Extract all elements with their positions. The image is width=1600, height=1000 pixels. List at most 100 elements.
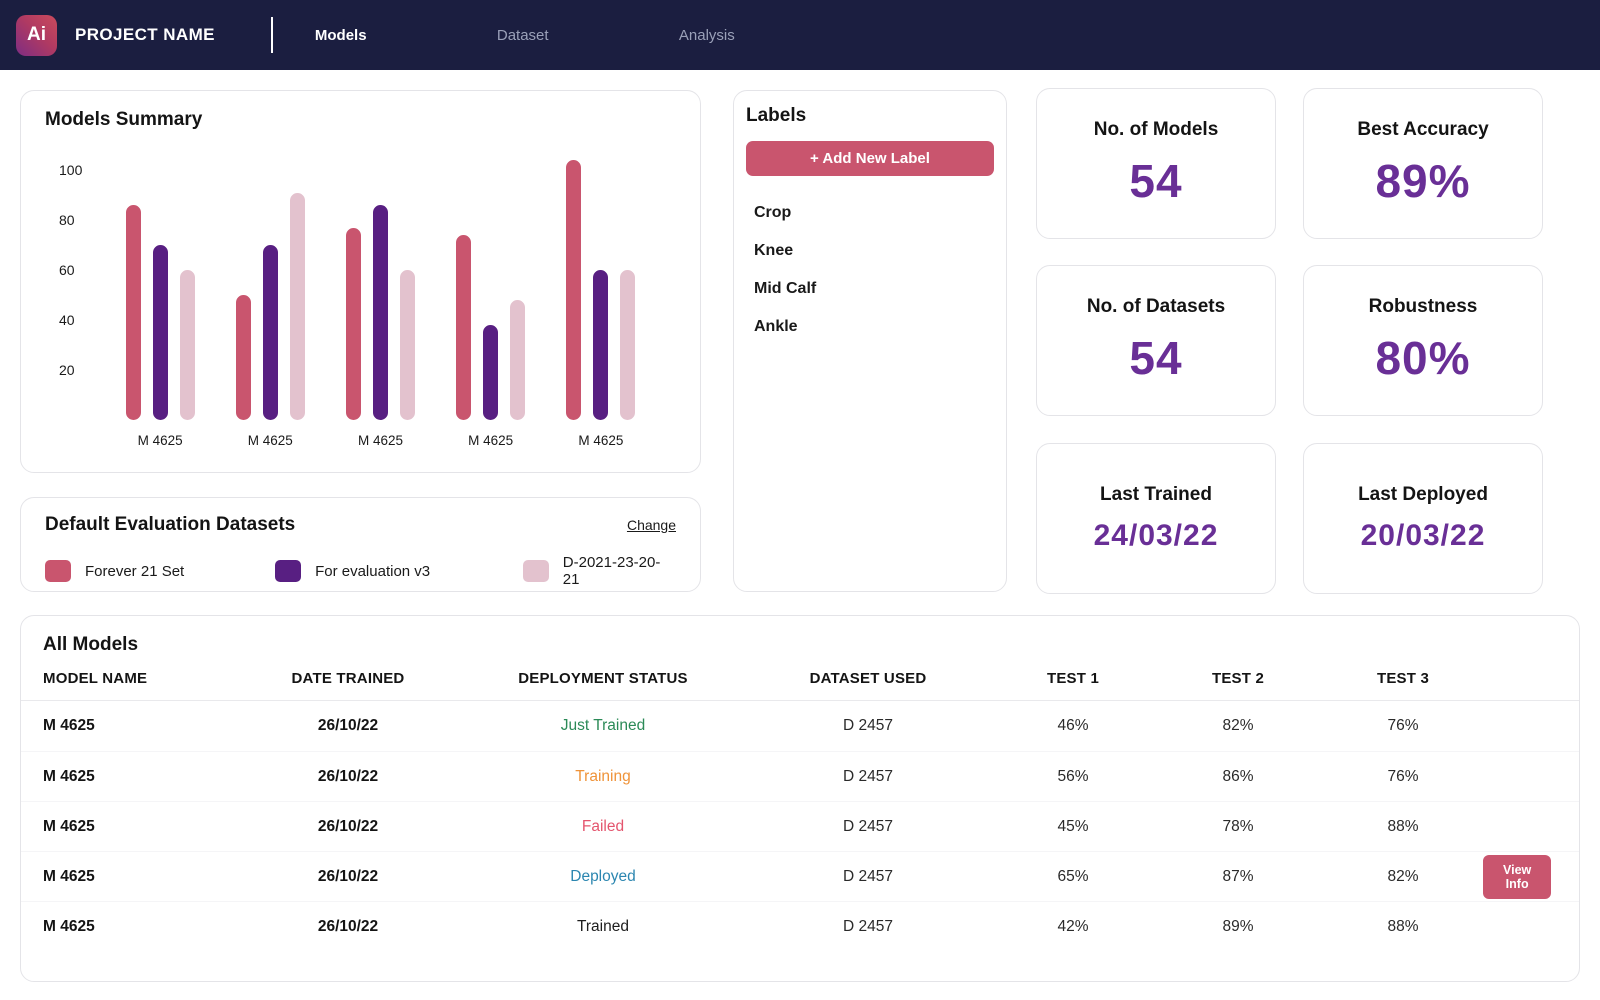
stat-card-best-accuracy: Best Accuracy 89% xyxy=(1303,88,1543,239)
column-header-test2: TEST 2 xyxy=(1211,669,1265,687)
legend-label: Forever 21 Set xyxy=(85,562,185,580)
evaluation-datasets-title: Default Evaluation Datasets xyxy=(45,514,296,535)
cell-dataset-used: D 2457 xyxy=(843,917,893,935)
legend-swatch-forever21 xyxy=(45,560,71,582)
cell-test1: 56% xyxy=(1057,767,1089,785)
table-row: M 4625 26/10/22 Training D 2457 56% 86% 76% xyxy=(21,751,1579,801)
legend-swatch-d2021 xyxy=(523,560,549,582)
nav-divider xyxy=(270,17,273,53)
nav-item-models[interactable]: Models xyxy=(315,27,497,44)
chart-bar xyxy=(399,270,415,420)
chart-bar xyxy=(510,300,526,420)
cell-test2: 86% xyxy=(1222,767,1254,785)
cell-dataset-used: D 2457 xyxy=(843,817,893,835)
labels-card: Labels + Add New Label Crop Knee Mid Cal… xyxy=(733,90,1007,592)
change-datasets-link[interactable]: Change xyxy=(627,517,676,533)
labels-title: Labels xyxy=(746,105,807,126)
chart-plot-area: M 4625 M 4625 M 4625 M 4625 M 4625 xyxy=(105,145,656,448)
chart-bar xyxy=(235,295,251,420)
cell-test1: 42% xyxy=(1057,917,1089,935)
column-header-test1: TEST 1 xyxy=(1046,669,1100,687)
nav-item-analysis[interactable]: Analysis xyxy=(679,27,861,44)
stat-label: Last Deployed xyxy=(1358,484,1488,505)
chart-bar xyxy=(179,270,195,420)
cell-model-name: M 4625 xyxy=(43,767,95,785)
cell-test3: 76% xyxy=(1387,717,1419,734)
chart-bar xyxy=(152,245,168,420)
chart-bar xyxy=(620,270,636,420)
chart-bar xyxy=(483,325,499,420)
stat-card-robustness: Robustness 80% xyxy=(1303,265,1543,416)
datasets-legend: Forever 21 Set For evaluation v3 D-2021-… xyxy=(45,554,676,588)
chart-bar xyxy=(456,235,472,420)
x-axis-label: M 4625 xyxy=(357,433,403,448)
x-axis-label: M 4625 xyxy=(247,433,293,448)
y-tick-label: 60 xyxy=(59,262,75,278)
table-row: M 4625 26/10/22 Trained D 2457 42% 89% 88% xyxy=(21,901,1579,951)
chart-bar xyxy=(345,227,361,420)
all-models-title: All Models xyxy=(43,634,139,655)
chart-bar xyxy=(125,205,141,420)
chart-bar-group: M 4625 xyxy=(566,145,636,448)
chart-bar-group: M 4625 xyxy=(345,145,415,448)
cell-deployment-status: Deployed xyxy=(570,867,636,885)
cell-date-trained: 26/10/22 xyxy=(317,767,379,785)
cell-dataset-used: D 2457 xyxy=(843,867,893,885)
cell-test1: 46% xyxy=(1057,717,1089,734)
label-item-crop[interactable]: Crop xyxy=(754,204,994,222)
cell-deployment-status: Just Trained xyxy=(560,717,646,734)
table-row: M 4625 26/10/22 Deployed D 2457 65% 87% 82% Vie… xyxy=(21,851,1579,901)
label-item-ankle[interactable]: Ankle xyxy=(754,318,994,336)
app-logo-icon: Ai xyxy=(16,14,57,56)
stat-value: 54 xyxy=(1129,332,1183,384)
cell-date-trained: 26/10/22 xyxy=(317,717,379,734)
chart-bar xyxy=(593,270,609,420)
cell-dataset-used: D 2457 xyxy=(843,717,893,734)
cell-model-name: M 4625 xyxy=(43,917,95,935)
cell-test3: 76% xyxy=(1387,767,1419,785)
stat-card-no-of-models: No. of Models 54 xyxy=(1036,88,1276,239)
models-summary-chart: 20 40 60 80 100 M 4625 M 4625 M 4625 M 4625 M 46… xyxy=(45,145,676,465)
cell-actions: View Info xyxy=(1483,854,1581,899)
stat-value: 80% xyxy=(1375,332,1471,384)
top-nav: Ai PROJECT NAME Models Dataset Analysis xyxy=(0,0,1600,70)
nav-item-dataset[interactable]: Dataset xyxy=(497,27,679,44)
legend-label: D-2021-23-20-21 xyxy=(562,554,661,588)
chart-bar xyxy=(372,205,388,420)
legend-item: Forever 21 Set xyxy=(45,560,275,582)
cell-test2: 78% xyxy=(1222,817,1254,835)
legend-item: For evaluation v3 xyxy=(275,560,523,582)
app-logo-text: Ai xyxy=(27,24,46,45)
chart-bar-group: M 4625 xyxy=(235,145,305,448)
stat-label: No. of Datasets xyxy=(1086,296,1226,317)
table-body: M 4625 26/10/22 Just Trained D 2457 46% 82% 76… xyxy=(21,701,1579,951)
stat-card-no-of-datasets: No. of Datasets 54 xyxy=(1036,265,1276,416)
stat-label: Last Trained xyxy=(1100,484,1212,505)
label-item-midcalf[interactable]: Mid Calf xyxy=(754,280,994,298)
column-header-test3: TEST 3 xyxy=(1376,669,1430,687)
cell-test1: 65% xyxy=(1057,867,1089,885)
stat-value: 54 xyxy=(1129,155,1183,207)
cell-dataset-used: D 2457 xyxy=(843,767,893,785)
column-header-deployment-status: DEPLOYMENT STATUS xyxy=(518,669,688,687)
view-info-button[interactable]: View Info xyxy=(1483,854,1552,899)
cell-test1: 45% xyxy=(1057,817,1089,835)
stat-label: Robustness xyxy=(1368,296,1478,317)
legend-item: D-2021-23-20-21 xyxy=(523,554,676,588)
cell-test2: 87% xyxy=(1222,867,1254,885)
stat-value: 20/03/22 xyxy=(1360,519,1486,552)
table-header-row: MODEL NAME DATE TRAINED DEPLOYMENT STATU… xyxy=(21,656,1579,700)
stat-value: 24/03/22 xyxy=(1093,519,1219,552)
cell-date-trained: 26/10/22 xyxy=(317,817,379,835)
cell-test3: 88% xyxy=(1387,917,1419,935)
label-item-knee[interactable]: Knee xyxy=(754,242,994,260)
x-axis-label: M 4625 xyxy=(468,433,514,448)
label-list: Crop Knee Mid Calf Ankle xyxy=(746,204,994,336)
stat-card-last-deployed: Last Deployed 20/03/22 xyxy=(1303,443,1543,594)
project-name: PROJECT NAME xyxy=(75,25,215,44)
chart-bar xyxy=(262,245,278,420)
add-new-label-button[interactable]: + Add New Label xyxy=(746,141,994,176)
nav-items: Models Dataset Analysis xyxy=(315,27,861,44)
stat-value: 89% xyxy=(1375,155,1471,207)
cell-model-name: M 4625 xyxy=(43,717,95,734)
